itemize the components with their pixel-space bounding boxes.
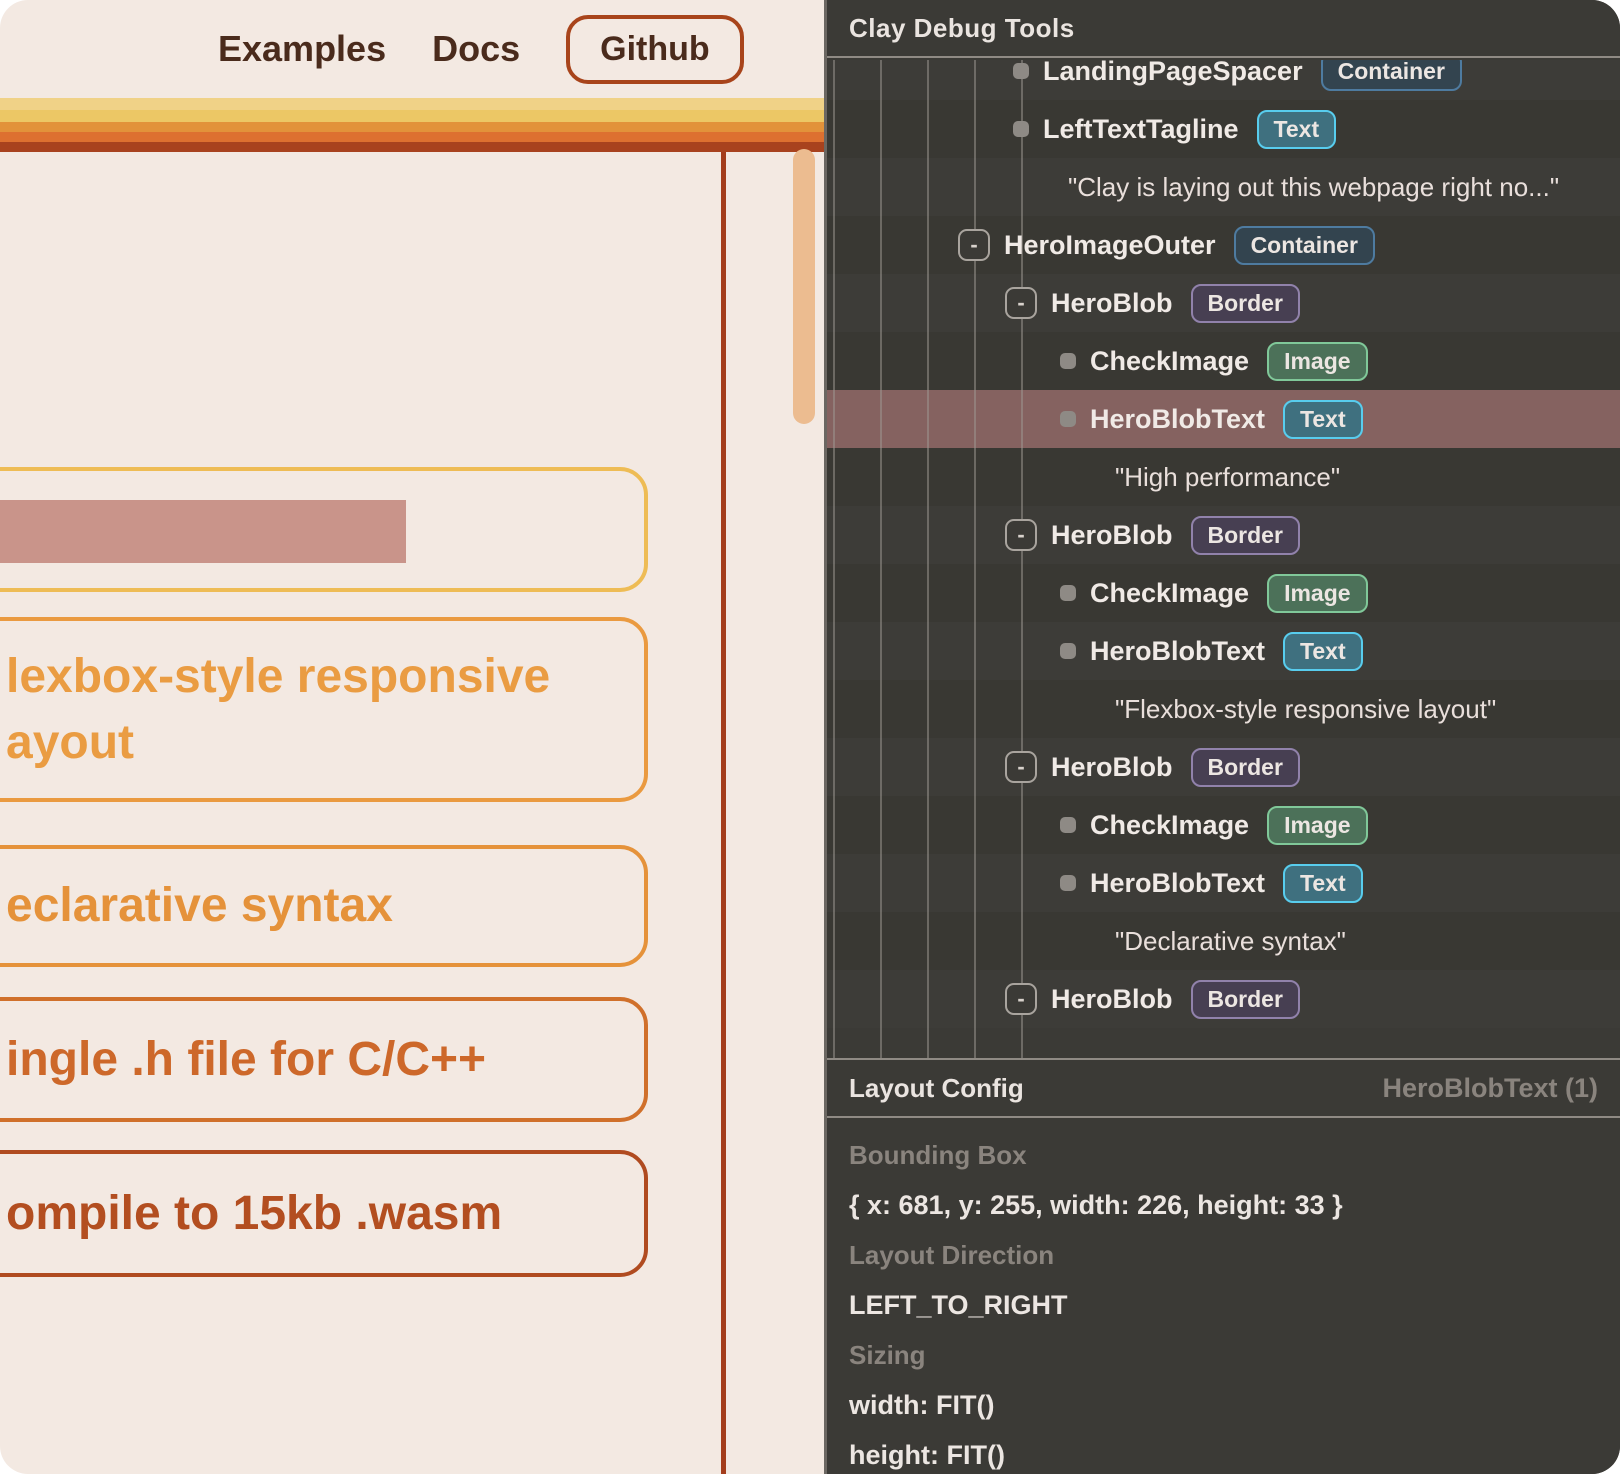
element-type-badge: Container: [1234, 226, 1375, 265]
nav-link-docs[interactable]: Docs: [432, 28, 520, 70]
field-value-bounding-box: { x: 681, y: 255, width: 226, height: 33…: [849, 1190, 1343, 1221]
element-type-badge: Text: [1283, 632, 1363, 671]
tree-row-text-content[interactable]: "Flexbox-style responsive layout": [827, 680, 1620, 738]
text-content-quote: "Declarative syntax": [1115, 926, 1346, 957]
field-value-sizing-height: height: FIT(): [849, 1440, 1005, 1471]
tree-node-name: LeftTextTagline: [1043, 114, 1239, 145]
field-label-sizing: Sizing: [849, 1340, 926, 1371]
element-type-badge: Container: [1321, 60, 1462, 91]
feature-box-single-header: ingle .h file for C/C++: [0, 997, 648, 1122]
selected-element-highlight: [0, 500, 406, 563]
tree-row[interactable]: CheckImage Image: [827, 796, 1620, 854]
element-type-badge: Border: [1191, 516, 1300, 555]
feature-box-label: lexbox-style responsive ayout: [0, 644, 550, 776]
element-type-badge: Text: [1283, 400, 1363, 439]
tree-node-name: HeroBlobText: [1090, 636, 1265, 667]
feature-box-label: ompile to 15kb .wasm: [0, 1181, 502, 1247]
tree-node-name: HeroBlob: [1051, 288, 1173, 319]
page-vertical-divider: [721, 152, 726, 1474]
github-button[interactable]: Github: [566, 15, 744, 84]
nav-link-examples[interactable]: Examples: [218, 28, 386, 70]
field-value-sizing-width: width: FIT(): [849, 1390, 994, 1421]
leaf-bullet-icon: [1060, 353, 1076, 369]
text-content-quote: "High performance": [1115, 462, 1340, 493]
tree-node-name: CheckImage: [1090, 578, 1249, 609]
layout-config-title: Layout Config: [849, 1073, 1024, 1104]
feature-box-wasm: ompile to 15kb .wasm: [0, 1150, 648, 1277]
element-tree: LandingPageSpacer Container LeftTextTagl…: [827, 60, 1620, 1058]
leaf-bullet-icon: [1060, 817, 1076, 833]
collapse-button[interactable]: -: [1005, 287, 1037, 319]
selected-element-label: HeroBlobText (1): [1382, 1073, 1598, 1104]
tree-node-name: HeroBlobText: [1090, 404, 1265, 435]
tree-node-name: HeroImageOuter: [1004, 230, 1216, 261]
leaf-bullet-icon: [1060, 411, 1076, 427]
collapse-button[interactable]: -: [958, 229, 990, 261]
layout-config-fields: Bounding Box { x: 681, y: 255, width: 22…: [827, 1118, 1620, 1474]
debug-panel-title: Clay Debug Tools: [849, 13, 1075, 44]
tree-node-name: LandingPageSpacer: [1043, 60, 1303, 87]
collapse-button[interactable]: -: [1005, 519, 1037, 551]
layout-config-header: Layout Config HeroBlobText (1): [827, 1060, 1620, 1118]
leaf-bullet-icon: [1013, 121, 1029, 137]
layout-config-section: Layout Config HeroBlobText (1) Bounding …: [827, 1058, 1620, 1474]
tree-row[interactable]: - HeroBlob Border: [827, 506, 1620, 564]
tree-row-text-content[interactable]: "Clay is laying out this webpage right n…: [827, 158, 1620, 216]
leaf-bullet-icon: [1060, 643, 1076, 659]
tree-row-text-content[interactable]: "High performance": [827, 448, 1620, 506]
tree-node-name: HeroBlobText: [1090, 868, 1265, 899]
debug-panel: LandingPageSpacer Container LeftTextTagl…: [824, 0, 1620, 1474]
feature-box-flexbox-layout: lexbox-style responsive ayout: [0, 617, 648, 802]
tree-row[interactable]: CheckImage Image: [827, 332, 1620, 390]
element-type-badge: Image: [1267, 806, 1367, 845]
leaf-bullet-icon: [1060, 875, 1076, 891]
tree-node-name: HeroBlob: [1051, 984, 1173, 1015]
top-nav: Examples Docs Github: [218, 0, 744, 98]
tree-row[interactable]: HeroBlobText Text: [827, 622, 1620, 680]
tree-row[interactable]: - HeroBlob Border: [827, 274, 1620, 332]
field-label-bounding-box: Bounding Box: [849, 1140, 1027, 1171]
tree-row[interactable]: - HeroBlob Border: [827, 738, 1620, 796]
tree-row[interactable]: - HeroImageOuter Container: [827, 216, 1620, 274]
feature-box-declarative-syntax: eclarative syntax: [0, 845, 648, 967]
app-window: Examples Docs Github igh performance lex…: [0, 0, 1620, 1474]
tree-node-name: CheckImage: [1090, 810, 1249, 841]
element-type-badge: Image: [1267, 574, 1367, 613]
element-type-badge: Border: [1191, 980, 1300, 1019]
feature-box-label: ingle .h file for C/C++: [0, 1027, 486, 1093]
tree-node-name: HeroBlob: [1051, 752, 1173, 783]
element-type-badge: Border: [1191, 284, 1300, 323]
feature-box-label: eclarative syntax: [0, 873, 393, 939]
collapse-button[interactable]: -: [1005, 983, 1037, 1015]
field-value-layout-direction: LEFT_TO_RIGHT: [849, 1290, 1068, 1321]
tree-row[interactable]: - HeroBlob Border: [827, 970, 1620, 1028]
collapse-button[interactable]: -: [1005, 751, 1037, 783]
element-type-badge: Text: [1283, 864, 1363, 903]
text-content-quote: "Flexbox-style responsive layout": [1115, 694, 1496, 725]
debug-panel-header: Clay Debug Tools: [827, 0, 1620, 58]
tree-node-name: CheckImage: [1090, 346, 1249, 377]
tree-row[interactable]: LeftTextTagline Text: [827, 100, 1620, 158]
page-scrollbar-thumb[interactable]: [793, 149, 815, 424]
leaf-bullet-icon: [1060, 585, 1076, 601]
tree-node-name: HeroBlob: [1051, 520, 1173, 551]
tree-row-text-content[interactable]: "Declarative syntax": [827, 912, 1620, 970]
tree-row[interactable]: LandingPageSpacer Container: [827, 60, 1620, 100]
element-type-badge: Border: [1191, 748, 1300, 787]
text-content-quote: "Clay is laying out this webpage right n…: [1068, 172, 1559, 203]
element-type-badge: Text: [1257, 110, 1337, 149]
tree-row[interactable]: HeroBlobText Text: [827, 854, 1620, 912]
tree-row[interactable]: CheckImage Image: [827, 564, 1620, 622]
tree-row-selected[interactable]: HeroBlobText Text: [827, 390, 1620, 448]
field-label-layout-direction: Layout Direction: [849, 1240, 1054, 1271]
element-type-badge: Image: [1267, 342, 1367, 381]
leaf-bullet-icon: [1013, 63, 1029, 79]
